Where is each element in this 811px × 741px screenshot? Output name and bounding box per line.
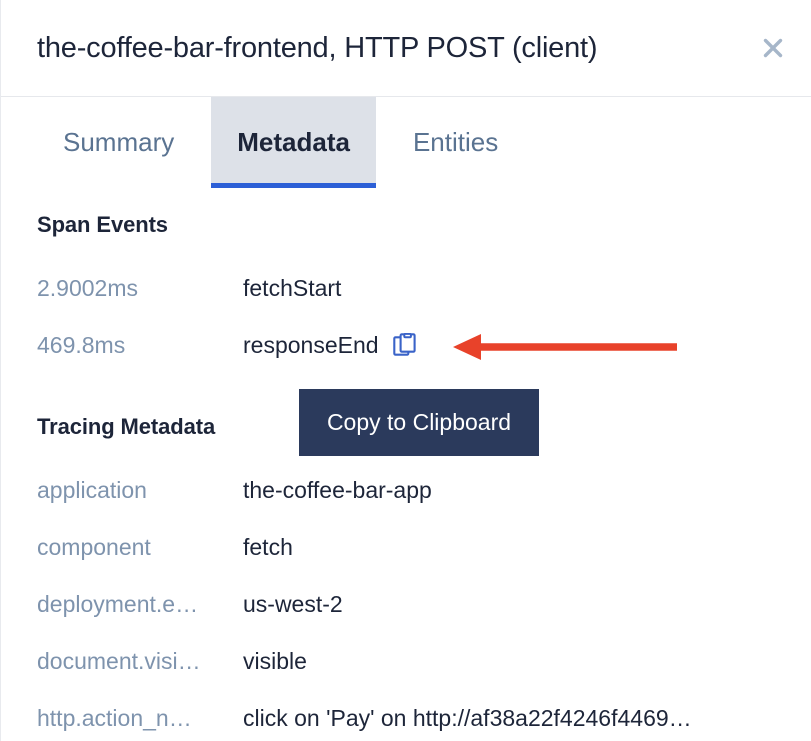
metadata-value: the-coffee-bar-app — [243, 477, 432, 504]
tab-summary[interactable]: Summary — [37, 97, 200, 188]
tooltip: Copy to Clipboard — [299, 389, 539, 456]
metadata-value: us-west-2 — [243, 591, 343, 618]
tab-bar: Summary Metadata Entities — [1, 97, 811, 188]
tab-metadata[interactable]: Metadata — [211, 97, 376, 188]
metadata-value: fetch — [243, 534, 293, 561]
close-button[interactable] — [755, 30, 791, 66]
tab-entities[interactable]: Entities — [387, 97, 524, 188]
span-event-name: responseEnd — [243, 332, 379, 359]
page-title: the-coffee-bar-frontend, HTTP POST (clie… — [37, 32, 597, 65]
metadata-content: Span Events 2.9002ms fetchStart 469.8ms … — [1, 188, 811, 741]
span-event-timestamp: 469.8ms — [37, 332, 243, 359]
span-event-name: fetchStart — [243, 275, 341, 302]
span-details-panel: the-coffee-bar-frontend, HTTP POST (clie… — [0, 0, 811, 741]
copy-to-clipboard-icon[interactable] — [393, 333, 417, 359]
tab-entities-label: Entities — [413, 127, 498, 158]
metadata-row: component fetch — [37, 519, 811, 576]
metadata-value: visible — [243, 648, 307, 675]
metadata-row: application the-coffee-bar-app — [37, 462, 811, 519]
close-icon — [762, 37, 784, 59]
metadata-row: deployment.e… us-west-2 — [37, 576, 811, 633]
metadata-row: document.visi… visible — [37, 633, 811, 690]
span-event-row: 2.9002ms fetchStart — [37, 260, 811, 317]
metadata-key: component — [37, 534, 243, 561]
metadata-key: deployment.e… — [37, 591, 243, 618]
tab-metadata-label: Metadata — [237, 127, 350, 158]
tab-summary-label: Summary — [63, 127, 174, 158]
tooltip-label: Copy to Clipboard — [327, 409, 511, 436]
metadata-key: document.visi… — [37, 648, 243, 675]
metadata-key: application — [37, 477, 243, 504]
metadata-value: click on 'Pay' on http://af38a22f4246f44… — [243, 705, 692, 732]
span-event-timestamp: 2.9002ms — [37, 275, 243, 302]
span-events-heading: Span Events — [37, 212, 811, 238]
panel-header: the-coffee-bar-frontend, HTTP POST (clie… — [1, 0, 811, 97]
span-event-name-wrapper: responseEnd — [243, 332, 417, 359]
metadata-row: http.action_n… click on 'Pay' on http://… — [37, 690, 811, 741]
tab-spacer — [200, 97, 211, 188]
span-event-row: 469.8ms responseEnd — [37, 317, 811, 374]
metadata-key: http.action_n… — [37, 705, 243, 732]
tab-spacer — [376, 97, 387, 188]
